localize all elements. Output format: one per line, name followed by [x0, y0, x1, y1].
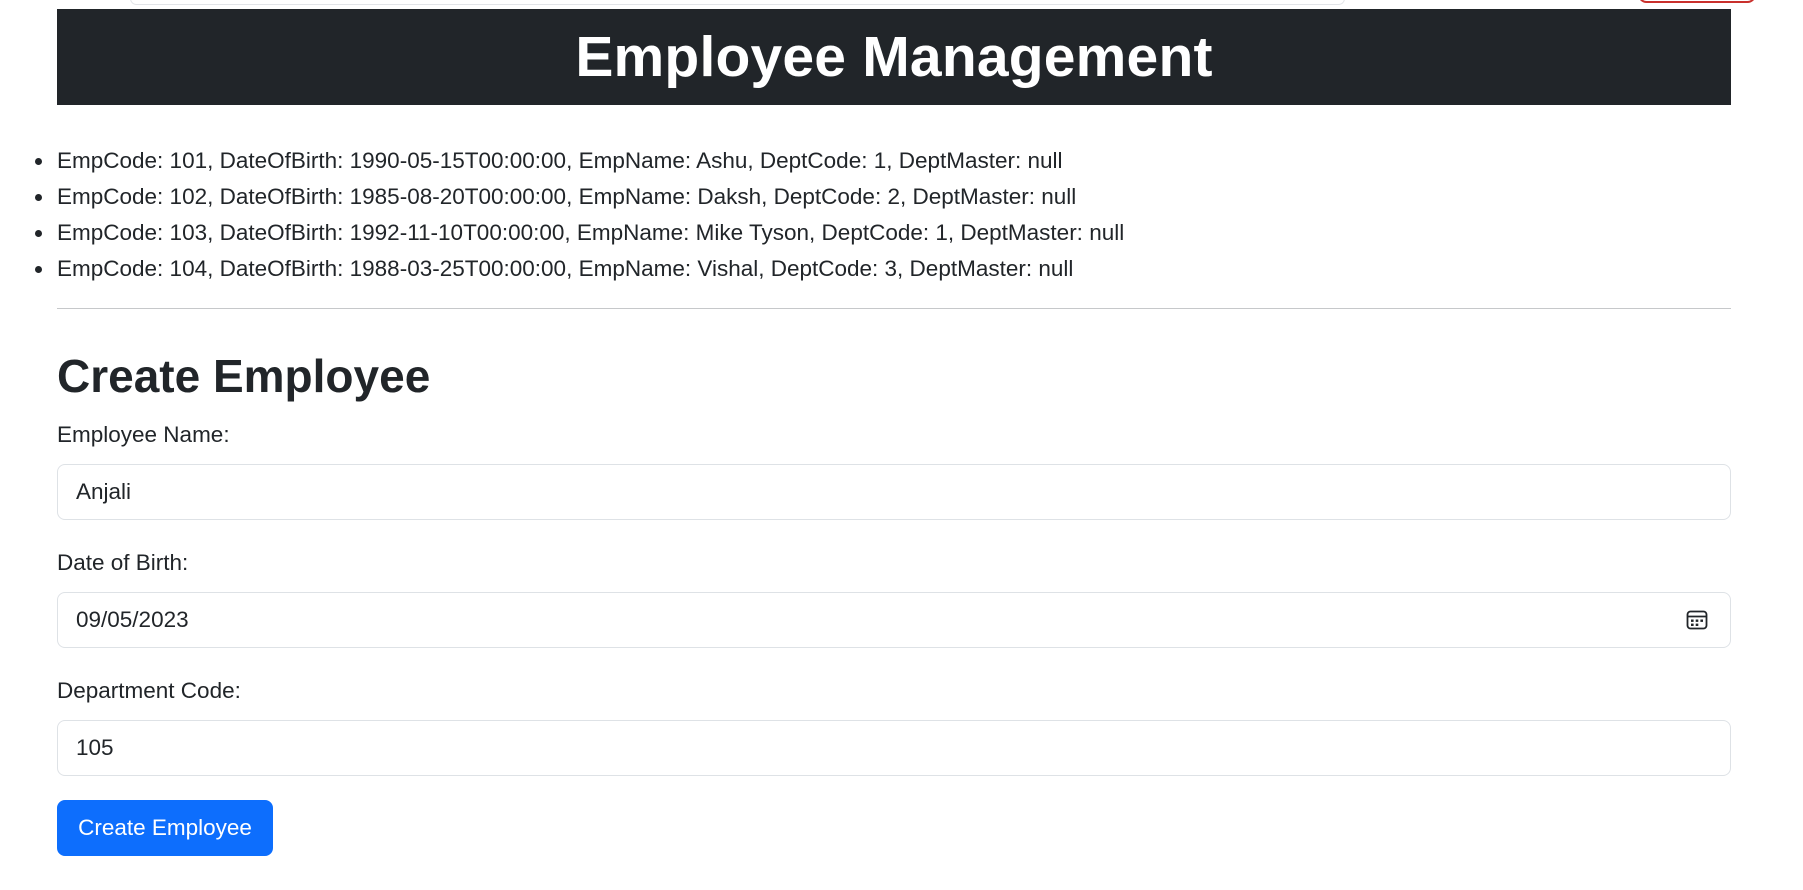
department-code-input[interactable] — [57, 720, 1731, 776]
address-bar-edge — [130, 0, 1345, 5]
create-employee-heading: Create Employee — [57, 350, 431, 402]
employee-list-item: EmpCode: 104, DateOfBirth: 1988-03-25T00… — [34, 251, 1124, 287]
date-of-birth-input[interactable] — [57, 592, 1731, 648]
employee-list-item: EmpCode: 101, DateOfBirth: 1990-05-15T00… — [34, 143, 1124, 179]
page-header: Employee Management — [57, 9, 1731, 105]
department-code-label: Department Code: — [57, 678, 241, 703]
create-employee-button[interactable]: Create Employee — [57, 800, 273, 856]
toolbar-button-edge — [1638, 0, 1756, 3]
employee-list-item: EmpCode: 102, DateOfBirth: 1985-08-20T00… — [34, 179, 1124, 215]
employee-name-input[interactable] — [57, 464, 1731, 520]
date-of-birth-label: Date of Birth: — [57, 550, 189, 575]
section-divider — [57, 308, 1731, 309]
employee-list-item: EmpCode: 103, DateOfBirth: 1992-11-10T00… — [34, 215, 1124, 251]
page-title: Employee Management — [575, 25, 1213, 89]
date-of-birth-field — [57, 592, 1731, 648]
calendar-icon[interactable] — [1685, 608, 1709, 632]
page: Employee Management EmpCode: 101, DateOf… — [0, 0, 1803, 890]
employee-list: EmpCode: 101, DateOfBirth: 1990-05-15T00… — [34, 143, 1124, 287]
employee-name-label: Employee Name: — [57, 422, 230, 447]
